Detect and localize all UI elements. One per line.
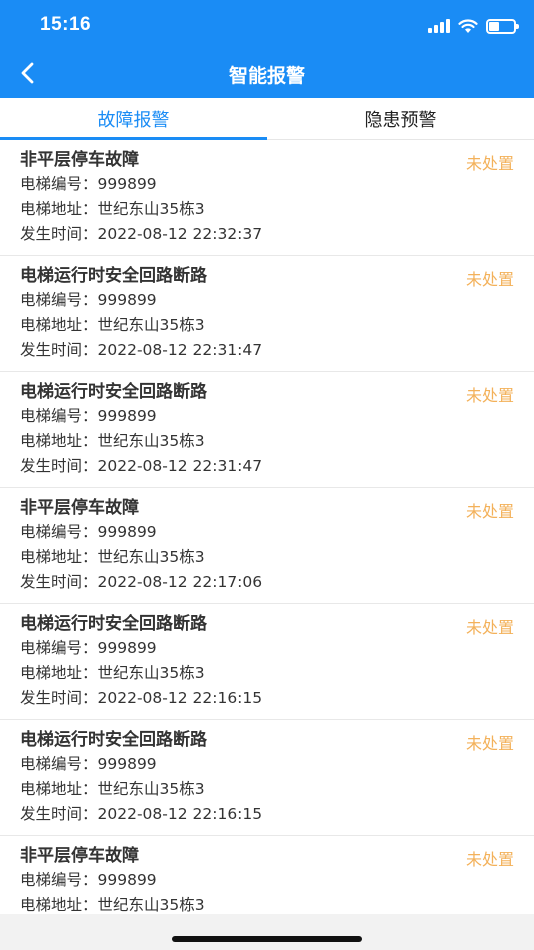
elevator-address: 电梯地址：世纪东山35栋3 [20, 432, 205, 450]
page-title: 智能报警 [228, 65, 305, 87]
alarm-title: 电梯运行时安全回路断路 [20, 382, 207, 402]
status-badge: 未处置 [465, 618, 514, 637]
list-item[interactable]: 非平层停车故障 未处置 电梯编号：999899 电梯地址：世纪东山35栋3 发生… [0, 488, 534, 604]
status-badge: 未处置 [465, 270, 514, 289]
alarm-title: 电梯运行时安全回路断路 [20, 730, 207, 750]
home-indicator[interactable] [172, 936, 362, 942]
occurrence-time: 发生时间：2022-08-12 22:32:37 [20, 225, 263, 243]
alarm-title: 非平层停车故障 [20, 846, 139, 866]
elevator-number: 电梯编号：999899 [20, 639, 157, 657]
status-badge: 未处置 [465, 734, 514, 753]
home-indicator-area [0, 914, 534, 950]
status-time: 15:16 [40, 14, 92, 35]
battery-icon [486, 18, 519, 34]
elevator-number: 电梯编号：999899 [20, 175, 157, 193]
alarm-list[interactable]: 非平层停车故障 未处置 电梯编号：999899 电梯地址：世纪东山35栋3 发生… [0, 140, 534, 914]
occurrence-time: 发生时间：2022-08-12 22:16:15 [20, 689, 263, 707]
alarm-title: 非平层停车故障 [20, 498, 139, 518]
occurrence-time: 发生时间：2022-08-12 22:16:15 [20, 805, 263, 823]
elevator-number: 电梯编号：999899 [20, 407, 157, 425]
battery-level [489, 21, 499, 31]
list-item[interactable]: 电梯运行时安全回路断路 未处置 电梯编号：999899 电梯地址：世纪东山35栋… [0, 372, 534, 488]
list-item[interactable]: 电梯运行时安全回路断路 未处置 电梯编号：999899 电梯地址：世纪东山35栋… [0, 720, 534, 836]
occurrence-time: 发生时间：2022-08-12 22:31:47 [20, 457, 263, 475]
elevator-address: 电梯地址：世纪东山35栋3 [20, 896, 205, 914]
list-item[interactable]: 电梯运行时安全回路断路 未处置 电梯编号：999899 电梯地址：世纪东山35栋… [0, 256, 534, 372]
elevator-number: 电梯编号：999899 [20, 871, 157, 889]
status-badge: 未处置 [465, 386, 514, 405]
tab-bar: 故障报警 隐患预警 [0, 98, 534, 140]
alarm-title: 电梯运行时安全回路断路 [20, 614, 207, 634]
tab-hazard-warning[interactable]: 隐患预警 [267, 98, 534, 139]
occurrence-time: 发生时间：2022-08-12 22:31:47 [20, 341, 263, 359]
alarm-title: 非平层停车故障 [20, 150, 139, 170]
status-badge: 未处置 [465, 154, 514, 173]
alarm-title: 电梯运行时安全回路断路 [20, 266, 207, 286]
list-item[interactable]: 电梯运行时安全回路断路 未处置 电梯编号：999899 电梯地址：世纪东山35栋… [0, 604, 534, 720]
status-badge: 未处置 [465, 850, 514, 869]
elevator-number: 电梯编号：999899 [20, 291, 157, 309]
cellular-signal-icon [428, 19, 450, 33]
status-badge: 未处置 [465, 502, 514, 521]
list-item[interactable]: 非平层停车故障 未处置 电梯编号：999899 电梯地址：世纪东山35栋3 发生… [0, 140, 534, 256]
wifi-icon [458, 18, 478, 33]
status-icons [428, 16, 519, 36]
elevator-address: 电梯地址：世纪东山35栋3 [20, 200, 205, 218]
elevator-address: 电梯地址：世纪东山35栋3 [20, 780, 205, 798]
elevator-address: 电梯地址：世纪东山35栋3 [20, 548, 205, 566]
elevator-address: 电梯地址：世纪东山35栋3 [20, 664, 205, 682]
list-item[interactable]: 非平层停车故障 未处置 电梯编号：999899 电梯地址：世纪东山35栋3 [0, 836, 534, 914]
elevator-number: 电梯编号：999899 [20, 523, 157, 541]
tab-fault-alarm[interactable]: 故障报警 [0, 98, 267, 140]
elevator-address: 电梯地址：世纪东山35栋3 [20, 316, 205, 334]
elevator-number: 电梯编号：999899 [20, 755, 157, 773]
app-header: 15:16 智能报警 [0, 0, 534, 98]
occurrence-time: 发生时间：2022-08-12 22:17:06 [20, 573, 263, 591]
